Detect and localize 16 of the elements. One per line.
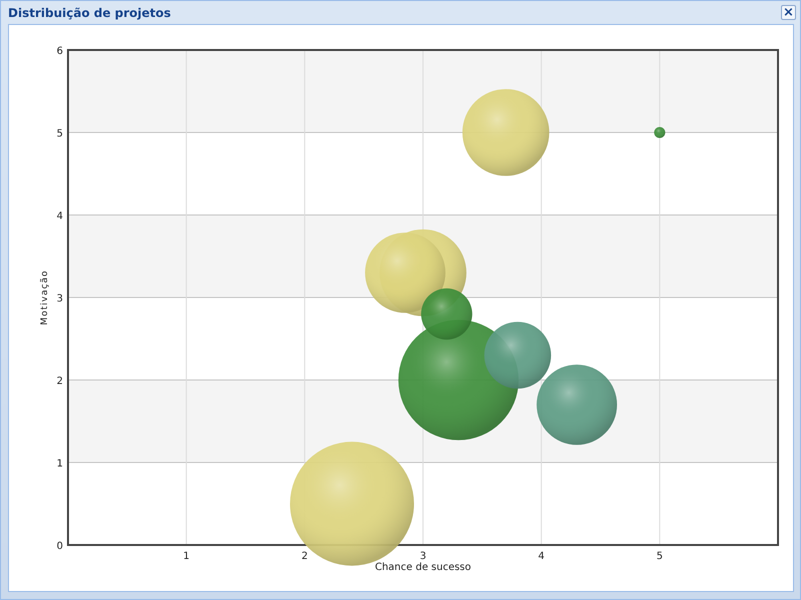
tick-label: 2 (56, 376, 63, 387)
tick-label: 1 (183, 551, 190, 562)
tick-label: 0 (56, 541, 63, 552)
tick-label: 6 (56, 46, 63, 57)
tick-label: 1 (56, 458, 63, 470)
y-axis-label: Motivação (40, 270, 50, 326)
window-title: Distribuição de projetos (8, 6, 171, 20)
tick-label: 5 (656, 551, 663, 562)
tick-label: 5 (56, 128, 63, 140)
tick-label: 4 (538, 551, 545, 562)
tick-label: 3 (56, 294, 63, 304)
tick-label: 3 (420, 551, 426, 562)
tick-label: 4 (56, 211, 63, 222)
tick-label: 2 (301, 551, 308, 562)
x-axis-label: Chance de sucesso (374, 562, 472, 573)
close-button[interactable]: × (781, 5, 796, 20)
